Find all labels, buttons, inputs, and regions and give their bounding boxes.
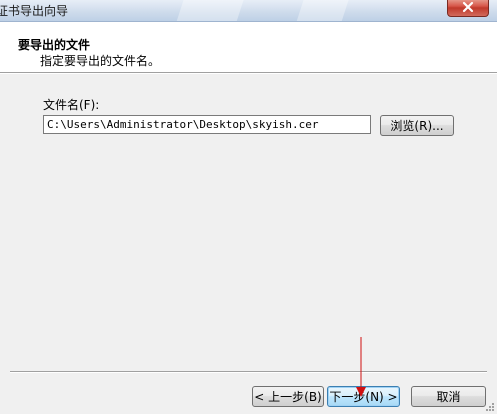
- resize-grip-icon[interactable]: [485, 402, 495, 412]
- title-bar-glass: [174, 0, 246, 21]
- page-subtitle: 指定要导出的文件名。: [40, 54, 161, 68]
- close-icon: [462, 1, 474, 13]
- header-divider: [0, 72, 497, 74]
- file-name-input[interactable]: [43, 115, 371, 134]
- file-name-label: 文件名(F):: [43, 98, 100, 112]
- browse-button[interactable]: 浏览(R)...: [380, 115, 454, 136]
- close-button[interactable]: [447, 0, 489, 17]
- footer-divider: [10, 371, 487, 373]
- window-title: 证书导出向导: [0, 4, 69, 18]
- page-title: 要导出的文件: [18, 38, 91, 52]
- title-bar-glass: [294, 0, 351, 21]
- back-button[interactable]: < 上一步(B): [252, 386, 324, 407]
- annotation-arrow-icon: [356, 337, 366, 397]
- wizard-header: 要导出的文件 指定要导出的文件名。: [0, 22, 497, 72]
- cancel-button[interactable]: 取消: [411, 386, 486, 407]
- title-bar: 证书导出向导: [0, 0, 497, 22]
